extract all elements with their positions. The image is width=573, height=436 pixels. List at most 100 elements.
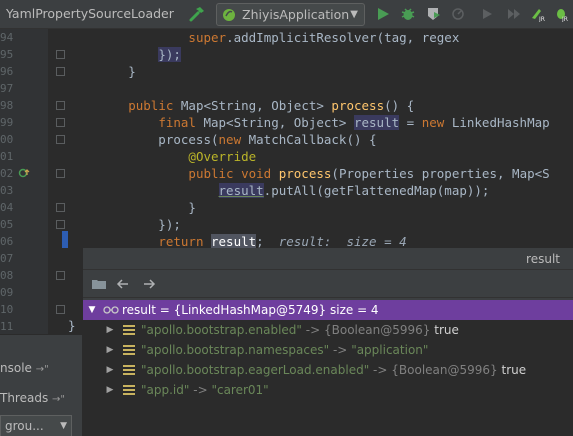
- map-entry-icon: [123, 385, 135, 395]
- code-token: () {: [384, 98, 415, 113]
- entry-arrow: ->: [373, 363, 388, 377]
- entry-value: true: [434, 323, 459, 337]
- entry-key: "app.id": [141, 383, 190, 397]
- tab-console-label: nsole: [0, 361, 32, 375]
- panel-title: result: [83, 248, 573, 270]
- line-number: 06: [0, 235, 13, 248]
- tab-threads-label: Threads: [0, 391, 49, 405]
- code-token: MatchCallback() {: [248, 132, 377, 147]
- override-marker-icon[interactable]: [18, 168, 30, 180]
- back-arrow-icon[interactable]: [115, 276, 131, 292]
- line-number: 98: [0, 99, 13, 112]
- run-config-label: ZhiyisApplication: [242, 7, 350, 22]
- line-number: 94: [0, 31, 13, 44]
- line-number: 96: [0, 65, 13, 78]
- code-token: final: [158, 115, 204, 130]
- tree-entry-row[interactable]: ▶ "apollo.bootstrap.enabled" -> {Boolean…: [83, 320, 573, 340]
- fold-marker-icon[interactable]: [56, 101, 65, 110]
- tab-threads[interactable]: Threads →": [0, 387, 82, 409]
- fold-marker-icon[interactable]: [56, 50, 65, 59]
- line-number-gutter[interactable]: 94 95 96 97 98 99 00 01 02 03 04 05 06 0…: [0, 29, 48, 334]
- debug-icon[interactable]: [400, 6, 416, 22]
- code-token: result: size = 4: [263, 234, 407, 249]
- code-token: Map<String, Object>: [180, 98, 332, 113]
- line-number: 04: [0, 201, 13, 214]
- entry-key: "apollo.bootstrap.namespaces": [141, 343, 330, 357]
- pin-arrow-icon: →": [35, 364, 49, 375]
- resume-icon: [483, 9, 492, 19]
- fold-marker-icon[interactable]: [56, 67, 65, 76]
- line-number: 07: [0, 252, 13, 265]
- fold-marker-icon[interactable]: [56, 135, 65, 144]
- fold-marker-icon[interactable]: [56, 169, 65, 178]
- code-token: .putAll(getFlattenedMap(map));: [263, 183, 490, 198]
- code-token: process(: [68, 132, 219, 147]
- map-entry-icon: [123, 345, 135, 355]
- tree-entry-row[interactable]: ▶ "apollo.bootstrap.namespaces" -> "appl…: [83, 340, 573, 360]
- entry-type: {Boolean@5996}: [391, 363, 498, 377]
- code-token: result: [211, 234, 257, 249]
- forward-arrow-icon[interactable]: [141, 276, 157, 292]
- fold-marker-icon[interactable]: [56, 305, 65, 314]
- toolbar: YamlPropertySourceLoader ZhiyisApplicati…: [0, 0, 573, 29]
- code-token: process: [331, 98, 385, 113]
- entry-arrow: ->: [305, 323, 321, 337]
- entry-arrow: ->: [332, 343, 348, 357]
- variable-value: {LinkedHashMap@5749}: [173, 303, 327, 317]
- code-line: public Map<String, Object> process() {: [68, 97, 573, 114]
- expanded-triangle-icon[interactable]: ▼: [87, 300, 97, 320]
- debug-variables-panel: result ▼ result = {LinkedHashMap@5749} s…: [82, 248, 573, 436]
- code-token: .addImplicitResolver(tag, regex: [226, 30, 460, 45]
- pin-arrow-icon: →": [52, 394, 66, 405]
- code-line: public void process(Properties propertie…: [68, 165, 573, 182]
- code-token: public: [128, 98, 181, 113]
- collapsed-triangle-icon[interactable]: ▶: [105, 320, 115, 340]
- panel-navigation: [83, 270, 573, 298]
- line-number: 11: [0, 320, 13, 333]
- spring-boot-icon: [223, 9, 235, 21]
- entry-key: "apollo.bootstrap.enabled": [141, 323, 302, 337]
- run-icon[interactable]: [375, 6, 391, 22]
- code-line: result.putAll(getFlattenedMap(map));: [68, 182, 573, 199]
- code-token: });: [158, 47, 181, 62]
- line-number: 99: [0, 116, 13, 129]
- tab-console[interactable]: nsole →": [0, 357, 82, 379]
- tree-root-row[interactable]: ▼ result = {LinkedHashMap@5749} size = 4: [83, 300, 573, 320]
- code-token: return: [158, 234, 211, 249]
- file-tab[interactable]: YamlPropertySourceLoader: [6, 5, 174, 23]
- line-number: 10: [0, 303, 13, 316]
- code-token: new: [218, 132, 249, 147]
- code-token: result: [353, 115, 400, 130]
- fold-marker-icon[interactable]: [56, 220, 65, 229]
- code-token: Map<String, Object>: [203, 115, 354, 130]
- collapsed-triangle-icon[interactable]: ▶: [105, 340, 115, 360]
- code-token: =: [399, 115, 422, 130]
- line-number: 08: [0, 269, 13, 282]
- svg-text:JR: JR: [561, 16, 568, 22]
- fold-marker-icon[interactable]: [56, 118, 65, 127]
- jrebel-run-icon[interactable]: JR: [530, 6, 546, 22]
- code-token: @Override: [188, 149, 257, 164]
- code-token: }: [68, 64, 136, 79]
- folder-icon[interactable]: [91, 276, 107, 292]
- tree-entry-row[interactable]: ▶ "app.id" -> "carer01": [83, 380, 573, 400]
- line-number: 02: [0, 167, 13, 180]
- collapsed-triangle-icon[interactable]: ▶: [105, 360, 115, 380]
- tree-entry-row[interactable]: ▶ "apollo.bootstrap.eagerLoad.enabled" -…: [83, 360, 573, 380]
- code-line: @Override: [68, 148, 573, 165]
- run-config-dropdown[interactable]: ZhiyisApplication ▼: [216, 3, 365, 26]
- coverage-icon[interactable]: [425, 6, 441, 22]
- jrebel-debug-icon[interactable]: JR: [554, 6, 570, 22]
- code-token: process: [278, 166, 332, 181]
- stop-icon: [508, 9, 520, 19]
- collapsed-triangle-icon[interactable]: ▶: [105, 380, 115, 400]
- thread-group-dropdown[interactable]: grou... ▼: [0, 415, 72, 436]
- code-line: }: [68, 63, 573, 80]
- fold-marker-icon[interactable]: [56, 271, 65, 280]
- fold-marker-icon[interactable]: [56, 203, 65, 212]
- build-hammer-icon[interactable]: [188, 5, 206, 23]
